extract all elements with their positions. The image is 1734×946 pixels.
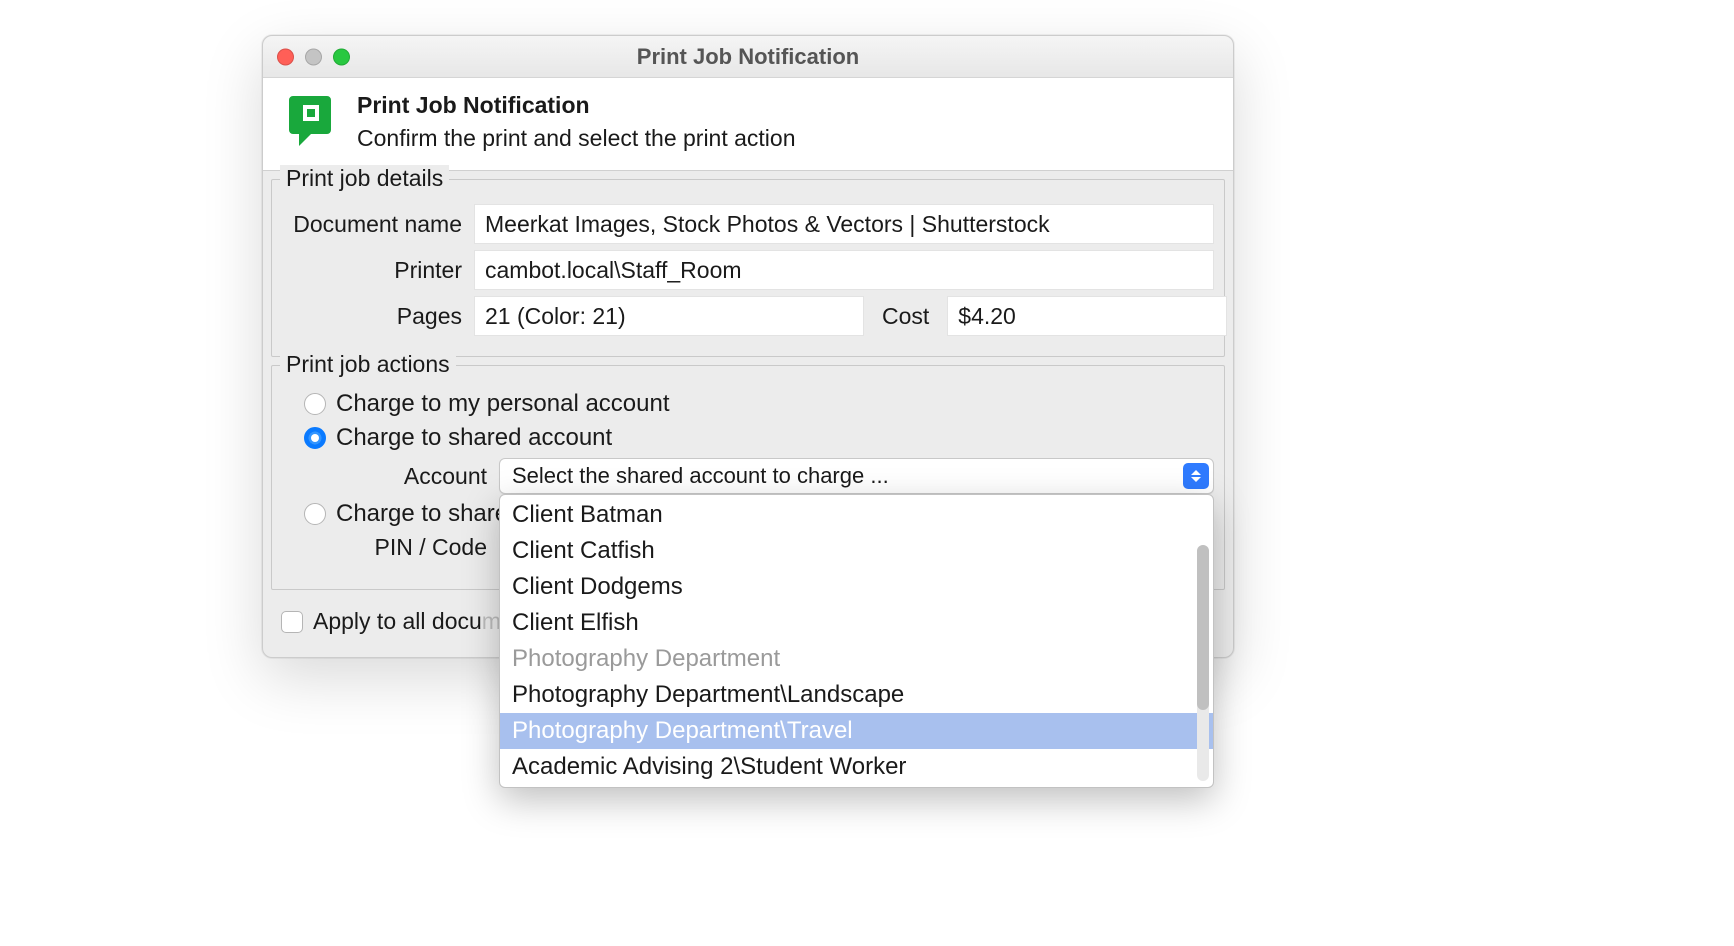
close-window-button[interactable]	[277, 48, 294, 65]
dropdown-scrollbar[interactable]	[1197, 545, 1209, 781]
dropdown-option[interactable]: Client Batman	[500, 497, 1213, 533]
radio-label-shared-pin-visible: Charge to share	[336, 500, 508, 527]
radio-label-personal: Charge to my personal account	[336, 390, 670, 418]
group-legend-details: Print job details	[280, 165, 449, 192]
value-document-name: Meerkat Images, Stock Photos & Vectors |…	[474, 204, 1214, 244]
scrollbar-thumb[interactable]	[1197, 545, 1209, 710]
window-title: Print Job Notification	[637, 44, 859, 70]
dropdown-option: Photography Department	[500, 641, 1213, 677]
label-pages: Pages	[282, 303, 462, 330]
group-legend-actions: Print job actions	[280, 351, 456, 378]
minimize-window-button[interactable]	[305, 48, 322, 65]
account-select[interactable]: Select the shared account to charge ...	[499, 458, 1214, 494]
radio-icon	[304, 503, 326, 525]
header-heading: Print Job Notification	[357, 92, 796, 119]
label-cost: Cost	[876, 303, 935, 330]
value-printer: cambot.local\Staff_Room	[474, 250, 1214, 290]
account-dropdown-list[interactable]: Client BatmanClient CatfishClient Dodgem…	[499, 494, 1214, 788]
label-printer: Printer	[282, 257, 462, 284]
account-select-value: Select the shared account to charge ...	[512, 463, 889, 489]
chevron-updown-icon	[1183, 463, 1209, 489]
dropdown-option[interactable]: Client Catfish	[500, 533, 1213, 569]
titlebar: Print Job Notification	[263, 36, 1233, 78]
app-logo-icon	[287, 92, 337, 148]
dropdown-option[interactable]: Academic Advising 2\Student Worker	[500, 749, 1213, 785]
label-account: Account	[372, 463, 487, 490]
value-cost: $4.20	[947, 296, 1227, 336]
zoom-window-button[interactable]	[333, 48, 350, 65]
dropdown-option[interactable]: Client Dodgems	[500, 569, 1213, 605]
label-document-name: Document name	[282, 211, 462, 238]
header-subheading: Confirm the print and select the print a…	[357, 125, 796, 152]
radio-label-shared: Charge to shared account	[336, 424, 612, 452]
radio-shared-account[interactable]: Charge to shared account	[304, 424, 1214, 452]
value-pages: 21 (Color: 21)	[474, 296, 864, 336]
dropdown-option[interactable]: Photography Department\Landscape	[500, 677, 1213, 713]
traffic-lights	[277, 48, 350, 65]
dropdown-option[interactable]: Photography Department\Travel	[500, 713, 1213, 749]
radio-icon	[304, 393, 326, 415]
apply-all-checkbox[interactable]	[281, 611, 303, 633]
header-text: Print Job Notification Confirm the print…	[357, 92, 796, 152]
group-print-job-details: Print job details Document name Meerkat …	[271, 179, 1225, 357]
dropdown-option[interactable]: Client Elfish	[500, 605, 1213, 641]
label-pin-code: PIN / Code	[372, 534, 487, 561]
radio-icon-checked	[304, 427, 326, 449]
radio-personal-account[interactable]: Charge to my personal account	[304, 390, 1214, 418]
header-panel: Print Job Notification Confirm the print…	[263, 78, 1233, 171]
